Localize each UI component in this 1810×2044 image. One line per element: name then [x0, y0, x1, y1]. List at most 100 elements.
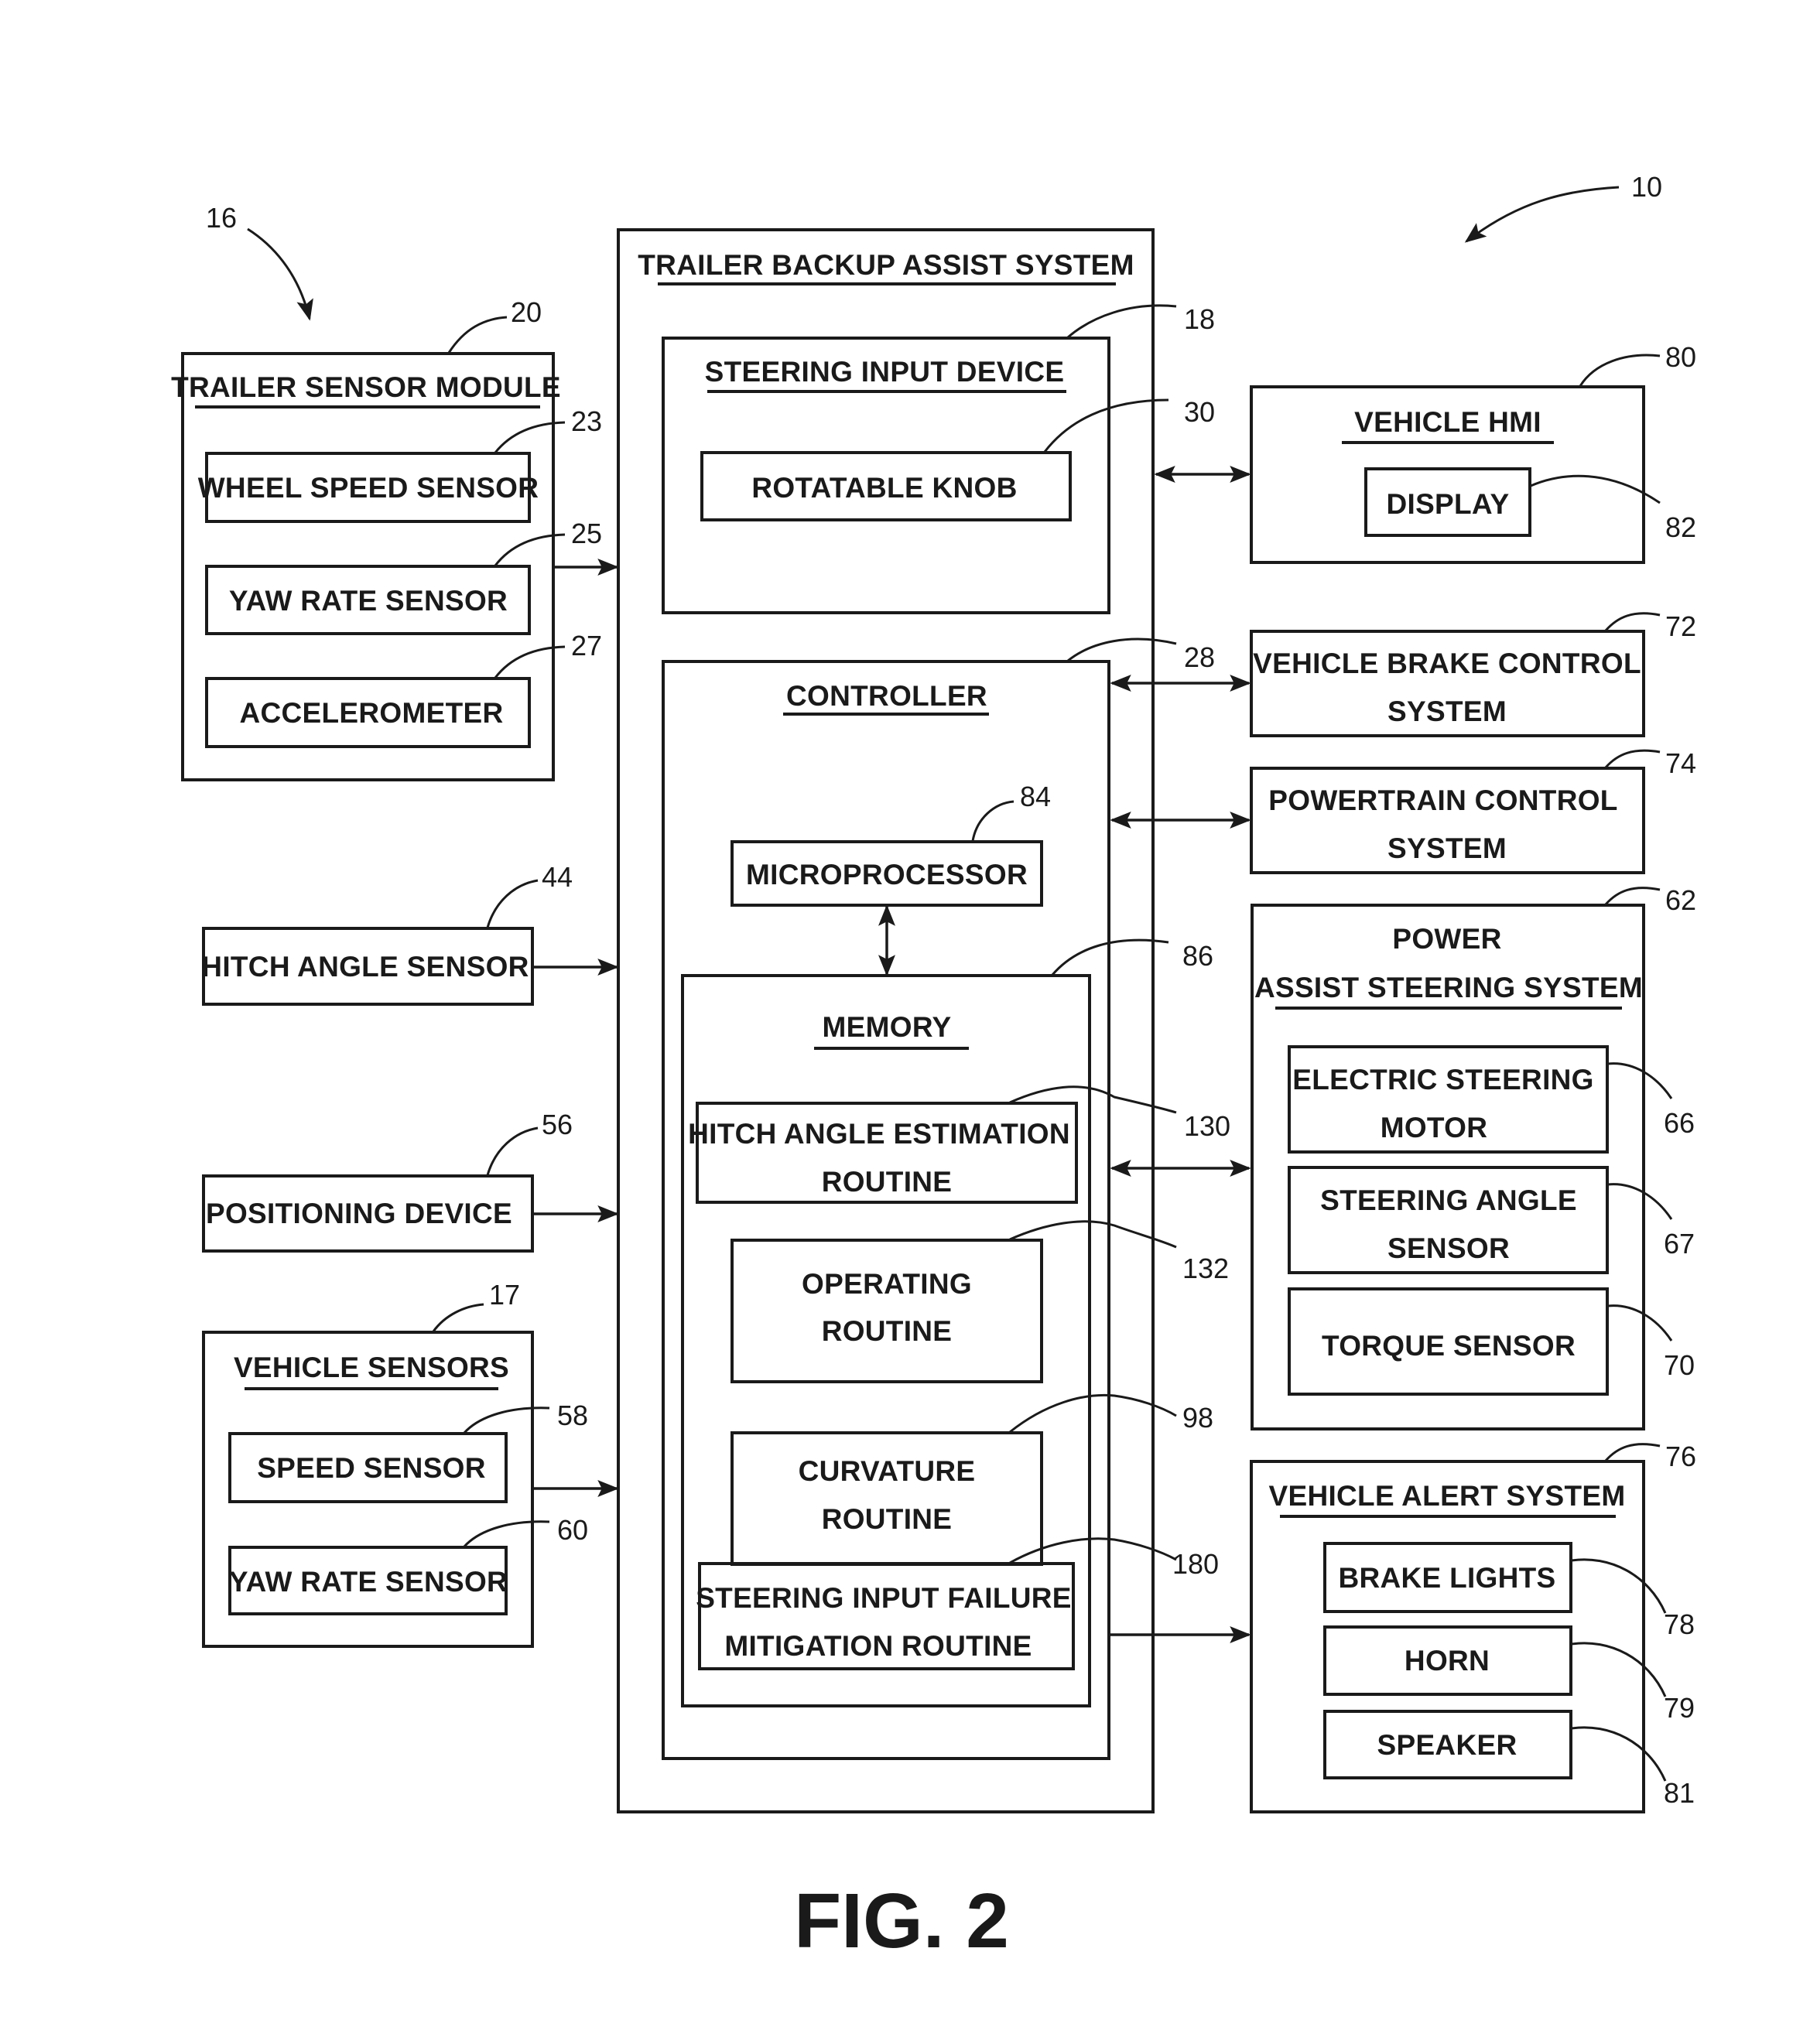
rotatable-knob: ROTATABLE KNOB 30 — [700, 396, 1215, 521]
ref-23: 23 — [571, 405, 602, 437]
tba-title: TRAILER BACKUP ASSIST SYSTEM — [638, 249, 1134, 281]
leader-30 — [1043, 398, 1169, 453]
ref-58: 58 — [557, 1400, 588, 1431]
steering-input-device-title: STEERING INPUT DEVICE — [705, 356, 1065, 388]
vehicle-sensors-title: VEHICLE SENSORS — [234, 1352, 509, 1383]
vehicle-hmi: VEHICLE HMI 80 DISPLAY 82 — [1250, 341, 1696, 564]
trailer-reference: 16 — [206, 202, 313, 321]
vehicle-sensors: VEHICLE SENSORS 17 SPEED SENSOR 58 YAW R… — [202, 1279, 619, 1648]
accelerometer: ACCELEROMETER 27 — [205, 630, 602, 748]
torque-sensor-label: TORQUE SENSOR — [1322, 1330, 1576, 1362]
figure-caption: FIG. 2 — [794, 1878, 1009, 1964]
powertrain-line-2: SYSTEM — [1387, 832, 1507, 864]
ref-16: 16 — [206, 202, 237, 234]
steering-angle-sensor: STEERING ANGLE SENSOR 67 — [1288, 1166, 1695, 1274]
ref-20: 20 — [511, 296, 542, 328]
brake-control-line-2: SYSTEM — [1387, 696, 1507, 727]
yaw-rate-sensor-label: YAW RATE SENSOR — [229, 585, 508, 617]
routine-hitch-angle-estimation: HITCH ANGLE ESTIMATION ROUTINE 130 — [688, 1085, 1230, 1204]
steering-input-device: STEERING INPUT DEVICE 18 ROTATABLE KNOB … — [662, 303, 1215, 614]
ref-28: 28 — [1184, 641, 1215, 673]
system-reference: 10 — [1464, 171, 1662, 243]
routine-line-2: ROUTINE — [822, 1503, 953, 1535]
display: DISPLAY 82 — [1364, 467, 1696, 543]
ref-56: 56 — [542, 1109, 573, 1140]
electric-steering-motor: ELECTRIC STEERING MOTOR 66 — [1288, 1045, 1695, 1154]
powertrain-line-1: POWERTRAIN CONTROL — [1268, 784, 1617, 816]
speed-sensor-label: SPEED SENSOR — [257, 1452, 486, 1484]
ref-30: 30 — [1184, 396, 1215, 428]
routine-line-1: CURVATURE — [799, 1455, 976, 1487]
leader-76 — [1604, 1443, 1661, 1461]
ref-84: 84 — [1020, 781, 1051, 812]
ref-18: 18 — [1184, 303, 1215, 335]
vehicle-alert-system-title: VEHICLE ALERT SYSTEM — [1268, 1480, 1625, 1512]
power-assist-line-1: POWER — [1392, 923, 1501, 955]
leader-18 — [1067, 304, 1177, 339]
leader-132 — [1009, 1220, 1177, 1249]
leader-79 — [1571, 1642, 1667, 1697]
leader-28 — [1067, 637, 1177, 662]
ref-60: 60 — [557, 1514, 588, 1546]
horn-label: HORN — [1405, 1645, 1490, 1677]
electric-steering-line-2: MOTOR — [1381, 1112, 1488, 1143]
vehicle-yaw-rate-sensor: YAW RATE SENSOR 60 — [228, 1514, 588, 1615]
brake-control-line-1: VEHICLE BRAKE CONTROL — [1253, 648, 1641, 679]
ref-17: 17 — [489, 1279, 520, 1311]
electric-steering-line-1: ELECTRIC STEERING — [1292, 1064, 1594, 1095]
rotatable-knob-label: ROTATABLE KNOB — [751, 472, 1017, 504]
accelerometer-label: ACCELEROMETER — [239, 697, 503, 729]
ref-10: 10 — [1631, 171, 1662, 203]
vehicle-brake-control-system: VEHICLE BRAKE CONTROL SYSTEM 72 — [1250, 610, 1696, 737]
ref-86: 86 — [1182, 940, 1213, 972]
horn: HORN 79 — [1323, 1625, 1695, 1724]
leader-66 — [1607, 1062, 1673, 1099]
leader-44 — [486, 879, 539, 928]
microprocessor-label: MICROPROCESSOR — [746, 859, 1028, 890]
brake-lights-label: BRAKE LIGHTS — [1338, 1562, 1555, 1594]
leader-98 — [1009, 1393, 1177, 1434]
positioning-device: POSITIONING DEVICE 56 — [202, 1109, 619, 1253]
leader-180 — [1009, 1537, 1177, 1564]
leader-60 — [463, 1520, 550, 1548]
routine-line-1: OPERATING — [802, 1268, 972, 1300]
ref-72: 72 — [1665, 610, 1696, 642]
leader-81 — [1571, 1726, 1667, 1782]
vehicle-alert-system: VEHICLE ALERT SYSTEM 76 BRAKE LIGHTS 78 … — [1250, 1441, 1696, 1813]
ref-81: 81 — [1664, 1777, 1695, 1809]
ref-27: 27 — [571, 630, 602, 661]
block-diagram: 10 16 TRAILER SENSOR MODULE 20 WHEEL SPE… — [171, 171, 1696, 1964]
ref-25: 25 — [571, 518, 602, 549]
vehicle-hmi-title: VEHICLE HMI — [1354, 406, 1541, 438]
ref-62: 62 — [1665, 884, 1696, 916]
trailer-sensor-module-title: TRAILER SENSOR MODULE — [171, 371, 561, 403]
microprocessor: MICROPROCESSOR 84 — [731, 781, 1051, 907]
ref-80: 80 — [1665, 341, 1696, 373]
display-label: DISPLAY — [1386, 488, 1509, 520]
ref-82: 82 — [1665, 511, 1696, 543]
speed-sensor: SPEED SENSOR 58 — [228, 1400, 588, 1503]
leader-62 — [1604, 887, 1661, 905]
routine-line-2: ROUTINE — [822, 1166, 953, 1198]
leader-56 — [486, 1126, 539, 1176]
steering-angle-line-2: SENSOR — [1387, 1232, 1510, 1264]
ref-98: 98 — [1182, 1402, 1213, 1434]
leader-84 — [971, 800, 1014, 842]
ref-130: 130 — [1184, 1110, 1230, 1142]
leader-72 — [1604, 612, 1661, 631]
wheel-speed-sensor-label: WHEEL SPEED SENSOR — [198, 472, 539, 504]
leader-17 — [432, 1303, 484, 1332]
leader-74 — [1604, 749, 1661, 768]
yaw-rate-sensor: YAW RATE SENSOR 25 — [205, 518, 602, 635]
routine-line-1: STEERING INPUT FAILURE — [696, 1582, 1072, 1614]
ref-180: 180 — [1172, 1548, 1219, 1580]
leader-20 — [447, 316, 508, 354]
trailer-backup-assist-system: TRAILER BACKUP ASSIST SYSTEM STEERING IN… — [617, 228, 1230, 1813]
ref-66: 66 — [1664, 1107, 1695, 1139]
power-assist-line-2: ASSIST STEERING SYSTEM — [1254, 972, 1643, 1003]
memory-title: MEMORY — [823, 1011, 952, 1043]
routine-curvature: CURVATURE ROUTINE 98 — [731, 1393, 1213, 1566]
leader-80 — [1579, 354, 1661, 387]
torque-sensor: TORQUE SENSOR 70 — [1288, 1287, 1695, 1396]
ref-79: 79 — [1664, 1692, 1695, 1724]
